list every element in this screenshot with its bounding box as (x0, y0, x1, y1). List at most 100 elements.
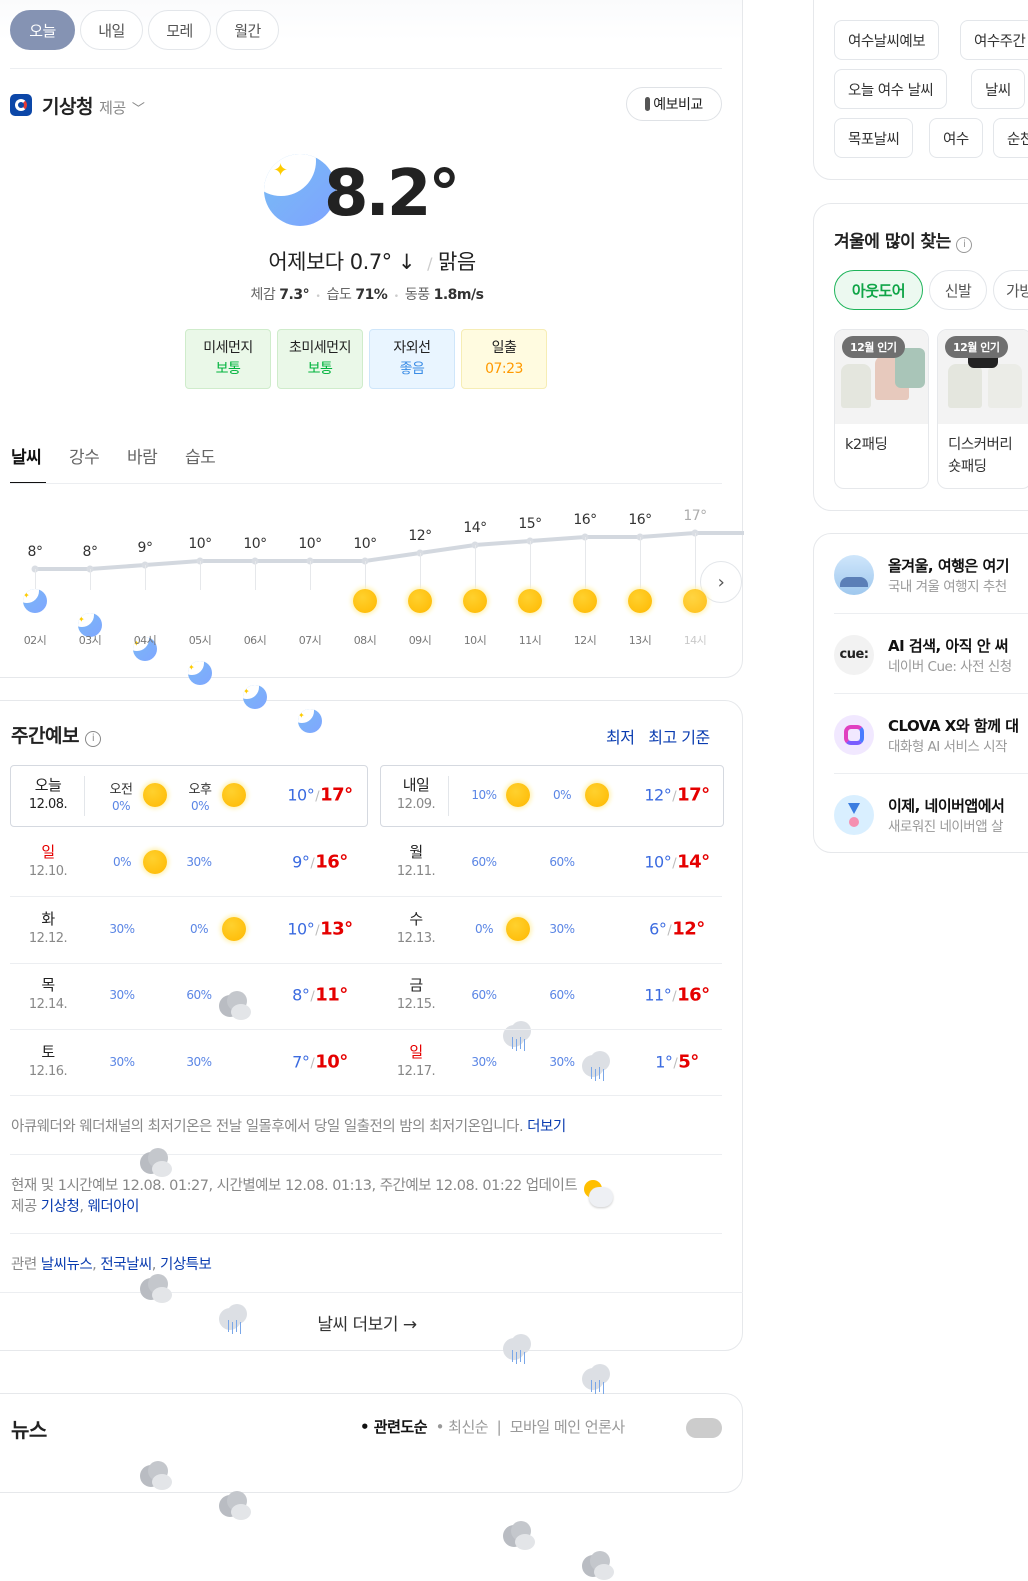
cloud-icon (501, 1521, 535, 1551)
cloud-icon (580, 1551, 614, 1581)
service-item[interactable]: CLOVA X와 함께 대 대화형 AI 서비스 시작 (834, 695, 1028, 773)
hourly-temp-label: 10° (353, 536, 377, 552)
service-icon (834, 555, 874, 595)
day-tab-2[interactable]: 모레 (148, 10, 211, 50)
rain-icon (580, 1051, 614, 1081)
rain-icon (580, 1364, 614, 1394)
more-weather-button[interactable]: 날씨 더보기 → (0, 1310, 734, 1335)
sun-icon (573, 589, 597, 613)
hourly-stem (695, 533, 696, 590)
cloud-icon (217, 991, 251, 1021)
hourly-temp-label: 12° (408, 528, 432, 544)
air-tile-1: 초미세먼지 보통 (277, 329, 363, 389)
hourly-time: 08시 (353, 634, 377, 647)
provider-name: 기상청 (42, 96, 93, 118)
day-tab-1[interactable]: 내일 (80, 10, 143, 50)
weekly-day: 수 12.13. (396, 910, 436, 946)
related-search-chip[interactable]: 목포날씨 (834, 118, 914, 158)
weekly-temps: 8°/11° (292, 984, 348, 1006)
related-search-chip[interactable]: 순천 (993, 118, 1028, 158)
weekly-temps: 10°/14° (644, 851, 710, 873)
hourly-stem (255, 561, 256, 590)
pm-label: 오후 (188, 782, 212, 798)
related-search-chip[interactable]: 여수주간 (960, 20, 1028, 60)
hourly-temp-label: 16° (573, 512, 597, 528)
winter-tab-2[interactable]: 가방 (993, 270, 1028, 310)
news-card (0, 1393, 743, 1493)
hourly-stem (365, 561, 366, 590)
weekly-day: 목 12.14. (28, 976, 68, 1012)
weekly-day: 금 12.15. (396, 976, 436, 1012)
lowtemp-note: 아큐웨더와 웨더채널의 최저기온은 전날 일몰후에서 당일 일출전의 밤의 최저… (11, 1119, 566, 1135)
weather-alert-link[interactable]: 기상특보 (160, 1257, 212, 1273)
chevron-down-icon: ﹀ (131, 102, 145, 117)
current-summary: 어제보다 0.7° ↓ / 맑음 (268, 250, 476, 274)
hourly-temp-label: 14° (463, 520, 487, 536)
hourly-temp-label: 10° (298, 536, 322, 552)
chart-tab-1[interactable]: 강수 (69, 443, 100, 468)
winter-tab-0[interactable]: 아웃도어 (834, 270, 923, 310)
pm-precip: 0% (189, 922, 209, 936)
day-tab-3[interactable]: 월간 (216, 10, 279, 50)
rain-icon (501, 1334, 535, 1364)
chart-tab-2[interactable]: 바람 (127, 443, 158, 468)
info-icon: i (956, 237, 973, 253)
chart-tab-3[interactable]: 습도 (185, 443, 216, 468)
hourly-stem (475, 545, 476, 590)
news-sort: • 관련도순 • 최신순 | 모바일 메인 언론사 (360, 1418, 625, 1436)
pm-precip: 60% (549, 988, 575, 1002)
service-item[interactable]: 이제, 네이버앱에서 새로워진 네이버앱 살 (834, 775, 1028, 853)
am-precip: 0% (112, 855, 132, 869)
weekly-day: 내일 12.09. (396, 776, 436, 812)
related-search-chip[interactable]: 여수 (929, 118, 983, 158)
winter-tab-1[interactable]: 신발 (929, 270, 987, 310)
source-kma-link[interactable]: 기상청 (41, 1199, 80, 1215)
weekly-day: 화 12.12. (28, 910, 68, 946)
thermometer-icon (645, 97, 651, 111)
sun-icon (506, 917, 530, 941)
product-image: 12월 인기 (938, 330, 1028, 424)
weekly-temps: 1°/5° (655, 1051, 699, 1073)
hourly-time: 12시 (573, 634, 597, 647)
hourly-time: 13시 (628, 634, 652, 647)
update-info: 현재 및 1시간예보 12.08. 01:27, 시간별예보 12.08. 01… (11, 1178, 578, 1194)
chart-tab-0[interactable]: 날씨 (11, 443, 42, 468)
day-tab-0[interactable]: 오늘 (10, 10, 75, 50)
weather-news-link[interactable]: 날씨뉴스 (41, 1257, 93, 1273)
service-item[interactable]: cue: AI 검색, 아직 안 써 네이버 Cue: 사전 신청 (834, 615, 1028, 693)
news-title: 뉴스 (11, 1418, 47, 1442)
service-item[interactable]: 올겨울, 여행은 여기 국내 겨울 여행지 추천 (834, 535, 1028, 613)
product-card[interactable]: 12월 인기 k2패딩 (834, 329, 929, 489)
related-search-chip[interactable]: 오늘 여수 날씨 (834, 69, 948, 109)
source-info: 제공 기상청, 웨더아이 (11, 1199, 140, 1215)
info-icon: i (85, 731, 102, 747)
pm-precip: 30% (186, 855, 212, 869)
hourly-stem (420, 553, 421, 590)
provider-select[interactable]: 기상청 제공 ﹀ (42, 92, 145, 119)
sort-toggle[interactable]: 최저 최고 기준 (606, 724, 710, 748)
related-search-chip[interactable]: 날씨 (971, 69, 1025, 109)
am-label: 오전 (109, 782, 133, 798)
product-card[interactable]: 12월 인기 디스커버리숏패딩 (937, 329, 1028, 489)
weekly-temps: 9°/16° (292, 851, 348, 873)
weekly-day: 토 12.16. (28, 1043, 68, 1079)
source-weatheri-link[interactable]: 웨더아이 (88, 1199, 140, 1215)
weekly-day: 일 12.10. (28, 843, 68, 879)
hourly-time: 06시 (243, 634, 267, 647)
am-precip: 30% (109, 1055, 135, 1069)
hourly-stem (200, 561, 201, 590)
national-weather-link[interactable]: 전국날씨 (100, 1257, 152, 1273)
related-search-chip[interactable]: 여수날씨예보 (834, 20, 940, 60)
hourly-temp-label: 17° (683, 508, 707, 524)
hourly-temp-label: 8° (27, 544, 43, 560)
sort-latest[interactable]: • 최신순 (436, 1418, 489, 1436)
hourly-stem (310, 561, 311, 590)
more-link[interactable]: 더보기 (527, 1119, 566, 1135)
product-image: 12월 인기 (835, 330, 928, 424)
forecast-compare-button[interactable]: 예보비교 (626, 87, 722, 121)
weekly-temps: 11°/16° (644, 984, 710, 1006)
hourly-stem (530, 541, 531, 590)
hourly-time: 11시 (518, 634, 542, 647)
mobile-press-toggle[interactable] (686, 1418, 722, 1438)
sort-relevance[interactable]: • 관련도순 (360, 1418, 428, 1436)
